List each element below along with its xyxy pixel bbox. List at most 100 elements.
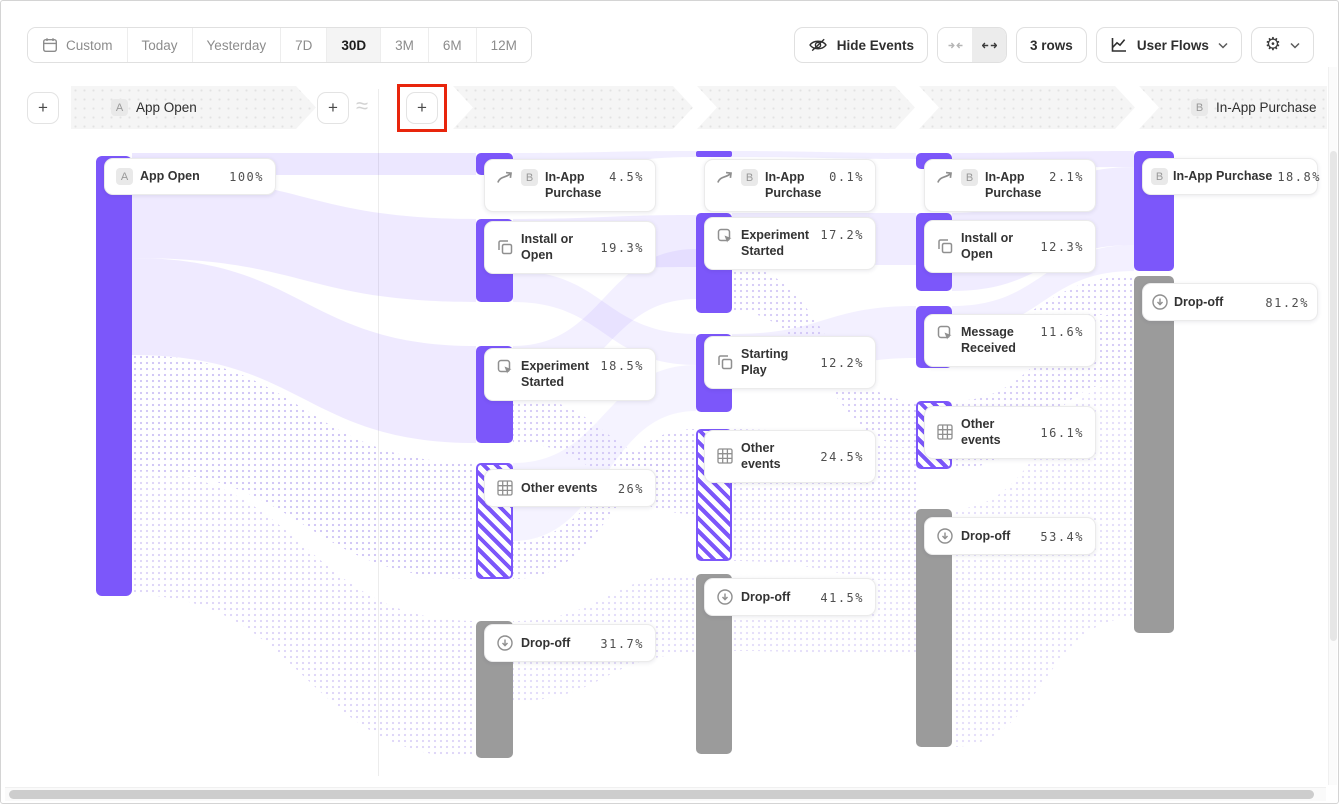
step-header-label: App Open <box>136 100 197 115</box>
date-range-selector: Custom Today Yesterday 7D 30D 3M 6M 12M <box>27 27 532 63</box>
node-percent: 19.3% <box>600 241 644 255</box>
horizontal-scrollbar-thumb[interactable] <box>9 790 1314 799</box>
view-selector[interactable]: User Flows <box>1096 27 1242 63</box>
step-header-app-open[interactable]: A App Open <box>71 86 316 129</box>
flow-node-other-events[interactable]: Other events 16.1% <box>924 406 1096 459</box>
flow-bar-app-open[interactable] <box>96 156 132 596</box>
node-percent: 31.7% <box>600 637 644 651</box>
flow-bar-drop-off[interactable] <box>1134 276 1174 633</box>
calendar-icon <box>42 37 58 53</box>
hide-events-label: Hide Events <box>837 38 914 53</box>
flow-node-drop-off[interactable]: Drop-off 53.4% <box>924 517 1096 555</box>
flow-node-other-events[interactable]: Other events 24.5% <box>704 430 876 483</box>
date-range-custom[interactable]: Custom <box>28 28 128 62</box>
date-range-yesterday[interactable]: Yesterday <box>193 28 282 62</box>
column-divider <box>378 89 379 776</box>
node-label: Install or Open <box>961 230 1033 263</box>
date-range-7d[interactable]: 7D <box>281 28 327 62</box>
flow-bar-in-app-purchase[interactable] <box>696 151 732 157</box>
node-percent: 12.2% <box>820 356 864 370</box>
node-percent: 17.2% <box>820 228 864 242</box>
date-range-30d[interactable]: 30D <box>327 28 381 62</box>
node-percent: 11.6% <box>1040 325 1084 339</box>
node-label: In-App Purchase <box>985 169 1042 202</box>
flow-node-experiment-started[interactable]: Experiment Started 18.5% <box>484 348 656 401</box>
node-label: In-App Purchase <box>545 169 602 202</box>
flow-node-experiment-started[interactable]: Experiment Started 17.2% <box>704 217 876 270</box>
vertical-scrollbar-thumb[interactable] <box>1330 151 1337 641</box>
node-label: Install or Open <box>521 231 593 264</box>
spacing-toggle <box>937 27 1007 63</box>
expand-columns-button[interactable] <box>972 28 1006 62</box>
flow-node-in-app-purchase[interactable]: B In-App Purchase 2.1% <box>924 159 1096 212</box>
date-range-6m[interactable]: 6M <box>429 28 477 62</box>
toolbar-right: Hide Events 3 rows User Flows <box>794 27 1314 63</box>
event-badge-a: A <box>111 99 128 116</box>
event-badge-a: A <box>116 168 133 185</box>
flow-node-drop-off[interactable]: Drop-off 41.5% <box>704 578 876 616</box>
node-label: Other events <box>521 480 611 496</box>
rows-label: 3 rows <box>1030 38 1073 53</box>
step-header-in-app-purchase[interactable]: B In-App Purchase <box>1139 86 1327 129</box>
flow-node-other-events[interactable]: Other events 26% <box>484 469 656 507</box>
flows-chart-icon <box>1110 37 1128 54</box>
arrow-down-circle-icon <box>936 527 954 545</box>
cursor-click-icon <box>496 358 514 376</box>
flow-node-install-or-open[interactable]: Install or Open 19.3% <box>484 221 656 274</box>
step-header-label: In-App Purchase <box>1216 100 1317 115</box>
approx-symbol: ≈ <box>356 93 368 119</box>
hide-events-button[interactable]: Hide Events <box>794 27 928 63</box>
node-label: Experiment Started <box>521 358 593 391</box>
node-percent: 4.5% <box>609 170 644 184</box>
event-badge-b: B <box>1151 168 1168 185</box>
flow-node-in-app-purchase[interactable]: B In-App Purchase 18.8% <box>1142 158 1318 195</box>
step-header-empty-1 <box>453 86 693 129</box>
flow-node-message-received[interactable]: Message Received 11.6% <box>924 314 1096 367</box>
date-range-12m[interactable]: 12M <box>477 28 531 62</box>
flow-node-in-app-purchase[interactable]: B In-App Purchase 4.5% <box>484 159 656 212</box>
add-step-after-a-button[interactable]: + <box>317 92 349 124</box>
flow-node-drop-off[interactable]: Drop-off 31.7% <box>484 624 656 662</box>
date-range-today[interactable]: Today <box>128 28 193 62</box>
node-percent: 81.2% <box>1265 296 1309 310</box>
flow-node-app-open[interactable]: A App Open 100% <box>104 158 276 195</box>
date-range-3m[interactable]: 3M <box>381 28 429 62</box>
stacked-squares-icon <box>936 237 954 255</box>
arrow-down-circle-icon <box>716 588 734 606</box>
grid-icon <box>936 423 954 441</box>
event-badge-b: B <box>741 169 758 186</box>
flow-node-install-or-open[interactable]: Install or Open 12.3% <box>924 220 1096 273</box>
horizontal-scrollbar[interactable] <box>5 787 1326 801</box>
node-percent: 24.5% <box>820 450 864 464</box>
cursor-click-icon <box>716 227 734 245</box>
event-badge-b: B <box>961 169 978 186</box>
arrow-down-circle-icon <box>1151 293 1169 311</box>
flow-node-starting-play[interactable]: Starting Play 12.2% <box>704 336 876 389</box>
settings-menu-button[interactable]: ⚙ <box>1251 27 1314 63</box>
arrows-outward-icon <box>982 40 997 51</box>
collapse-columns-button[interactable] <box>938 28 972 62</box>
stacked-squares-icon <box>496 238 514 256</box>
node-percent: 26% <box>618 482 644 496</box>
event-badge-b: B <box>1191 99 1208 116</box>
node-label: Other events <box>961 416 1033 449</box>
gear-icon: ⚙ <box>1265 36 1281 54</box>
rows-button[interactable]: 3 rows <box>1016 27 1087 63</box>
node-percent: 100% <box>229 170 264 184</box>
step-header-empty-2 <box>697 86 915 129</box>
flow-node-drop-off[interactable]: Drop-off 81.2% <box>1142 283 1318 321</box>
chevron-down-icon <box>1218 42 1228 49</box>
node-label: In-App Purchase <box>1173 168 1272 184</box>
vertical-scrollbar[interactable] <box>1328 67 1337 785</box>
add-step-middle-button[interactable]: + <box>406 92 438 124</box>
view-selector-label: User Flows <box>1137 38 1209 53</box>
arrows-inward-icon <box>948 40 963 51</box>
flow-node-in-app-purchase[interactable]: B In-App Purchase 0.1% <box>704 159 876 212</box>
add-step-start-button[interactable]: + <box>27 92 59 124</box>
grid-icon <box>716 447 734 465</box>
grid-icon <box>496 479 514 497</box>
cursor-click-icon <box>936 324 954 342</box>
goal-arrow-icon <box>496 169 514 187</box>
node-percent: 0.1% <box>829 170 864 184</box>
node-percent: 18.8% <box>1277 170 1321 184</box>
